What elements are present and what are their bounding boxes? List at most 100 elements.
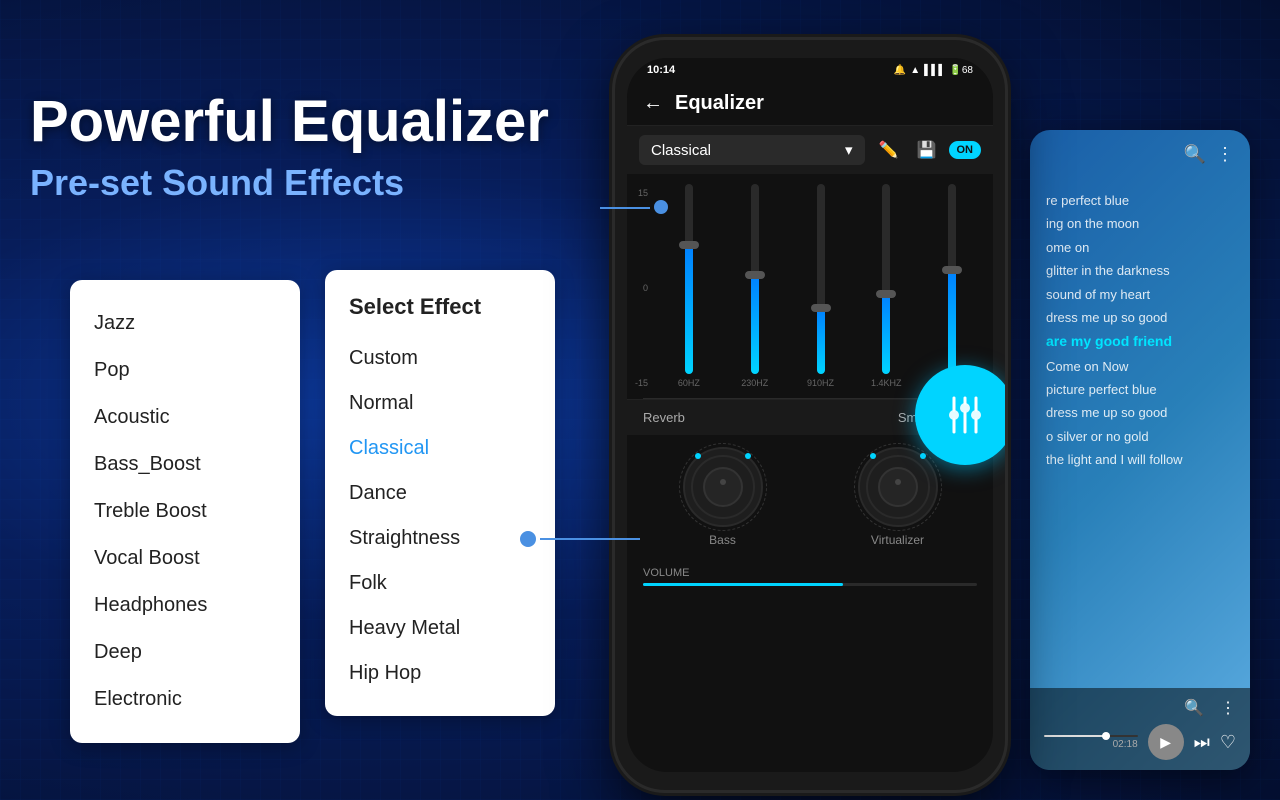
eq-band-label: 910HZ [807,378,834,388]
lyrics-line: ing on the moon [1046,212,1234,235]
eq-float-icon[interactable] [915,365,1005,465]
right-card-item[interactable]: Heavy Metal [325,606,555,651]
eq-title: Equalizer [675,92,977,115]
db-mid-label: 0 [643,283,648,293]
eq-slider-track[interactable] [882,184,890,374]
wifi-icon: ▲ [910,65,920,76]
left-card-item[interactable]: Acoustic [70,394,300,441]
lyrics-icons-row: 🔍 ⋮ [1030,130,1250,179]
right-card-item[interactable]: Hip Hop [325,651,555,696]
volume-row: VOLUME [627,559,993,594]
eq-header: ← Equalizer [627,82,993,126]
on-toggle[interactable]: ON [949,141,982,159]
lyrics-line: ome on [1046,236,1234,259]
select-effect-title: Select Effect [325,290,555,336]
bass-knob-wrap: Bass [643,447,802,547]
play-button[interactable]: ▶ [1148,724,1184,760]
connector-line [540,538,640,540]
right-card-item[interactable]: Classical [325,426,555,471]
left-text-area: Powerful Equalizer Pre-set Sound Effects [30,90,610,204]
player-time: 02:18 [1044,739,1138,750]
heart-icon[interactable]: ♡ [1220,732,1236,753]
connector-top-dot [654,200,668,214]
status-icons: 🔔 ▲ ▌▌▌ 🔋68 [894,65,973,76]
bass-label: Bass [709,533,736,547]
lyrics-line: the light and I will follow [1046,448,1234,471]
lyrics-line: are my good friend [1046,329,1234,354]
battery-icon: 🔋68 [949,65,973,76]
music-player: 🔍 ⋮ 02:18 ▶ ⏭ ♡ [1030,688,1250,770]
progress-dot [1102,732,1110,740]
left-card-item[interactable]: Pop [70,347,300,394]
eq-slider-handle[interactable] [876,290,896,298]
preset-bar: Classical ▾ ✏️ 💾 ON [627,126,993,174]
progress-track[interactable] [1044,735,1138,737]
eq-db-labels: 15 0 -15 [635,188,652,388]
right-card-item[interactable]: Normal [325,381,555,426]
preset-actions: ✏️ 💾 ON [873,134,982,166]
eq-band: 910HZ [788,184,854,388]
lyrics-line: o silver or no gold [1046,425,1234,448]
right-card-item[interactable]: Custom [325,336,555,381]
lyrics-line: sound of my heart [1046,283,1234,306]
eq-slider-fill [882,294,890,374]
eq-slider-handle[interactable] [811,304,831,312]
main-title: Powerful Equalizer [30,90,610,154]
volume-track[interactable] [643,583,977,586]
db-bot-label: -15 [635,378,648,388]
eq-sliders-area: 15 0 -15 60HZ230HZ910HZ1.4KHZ3.6KHZ [627,174,993,398]
right-card-item[interactable]: Dance [325,471,555,516]
save-button[interactable]: 💾 [911,134,943,166]
eq-sliders-grid: 60HZ230HZ910HZ1.4KHZ3.6KHZ [656,184,985,388]
more-player-icon[interactable]: ⋮ [1220,698,1236,718]
reverb-label: Reverb [643,410,898,425]
eq-grid: 15 0 -15 60HZ230HZ910HZ1.4KHZ3.6KHZ [635,184,985,388]
progress-fill [1044,735,1110,737]
search-player-icon[interactable]: 🔍 [1184,698,1204,718]
lyrics-lines: re perfect blueing on the moonome onglit… [1030,179,1250,481]
connector-dot [520,531,536,547]
eq-slider-fill [685,245,693,374]
eq-slider-fill [948,270,956,375]
eq-slider-track[interactable] [948,184,956,374]
eq-slider-fill [817,308,825,375]
right-card-item[interactable]: Folk [325,561,555,606]
chevron-down-icon: ▾ [845,141,853,159]
eq-slider-track[interactable] [817,184,825,374]
eq-slider-handle[interactable] [942,266,962,274]
status-time: 10:14 [647,64,675,76]
eq-slider-handle[interactable] [745,271,765,279]
phone-body: 10:14 🔔 ▲ ▌▌▌ 🔋68 ← Equalizer Classical … [615,40,1005,790]
db-top-label: 15 [638,188,648,198]
status-bar: 10:14 🔔 ▲ ▌▌▌ 🔋68 [627,58,993,82]
player-controls: 🔍 ⋮ [1044,698,1236,718]
lyrics-line: Come on Now [1046,355,1234,378]
notification-icon: 🔔 [894,65,906,76]
eq-band: 60HZ [656,184,722,388]
phone-mockup: 10:14 🔔 ▲ ▌▌▌ 🔋68 ← Equalizer Classical … [615,40,1005,790]
preset-selector[interactable]: Classical ▾ [639,135,865,165]
eq-slider-handle[interactable] [679,241,699,249]
edit-button[interactable]: ✏️ [873,134,905,166]
progress-area: 02:18 [1044,735,1138,750]
sub-title: Pre-set Sound Effects [30,162,610,204]
skip-next-icon[interactable]: ⏭ [1194,732,1210,753]
lyrics-line: dress me up so good [1046,306,1234,329]
left-card-item[interactable]: Bass_Boost [70,441,300,488]
left-card-item[interactable]: Vocal Boost [70,535,300,582]
eq-slider-track[interactable] [751,184,759,374]
left-card-item[interactable]: Electronic [70,676,300,723]
lyrics-line: glitter in the darkness [1046,259,1234,282]
back-button[interactable]: ← [643,92,663,115]
virtualizer-knob[interactable] [858,447,938,527]
lyrics-line: picture perfect blue [1046,378,1234,401]
search-icon[interactable]: 🔍 [1184,144,1206,165]
left-card-item[interactable]: Headphones [70,582,300,629]
left-card-item[interactable]: Treble Boost [70,488,300,535]
more-icon[interactable]: ⋮ [1216,144,1234,165]
left-card-item[interactable]: Jazz [70,300,300,347]
left-card-item[interactable]: Deep [70,629,300,676]
eq-band-label: 230HZ [741,378,768,388]
bass-knob[interactable] [683,447,763,527]
eq-slider-track[interactable] [685,184,693,374]
